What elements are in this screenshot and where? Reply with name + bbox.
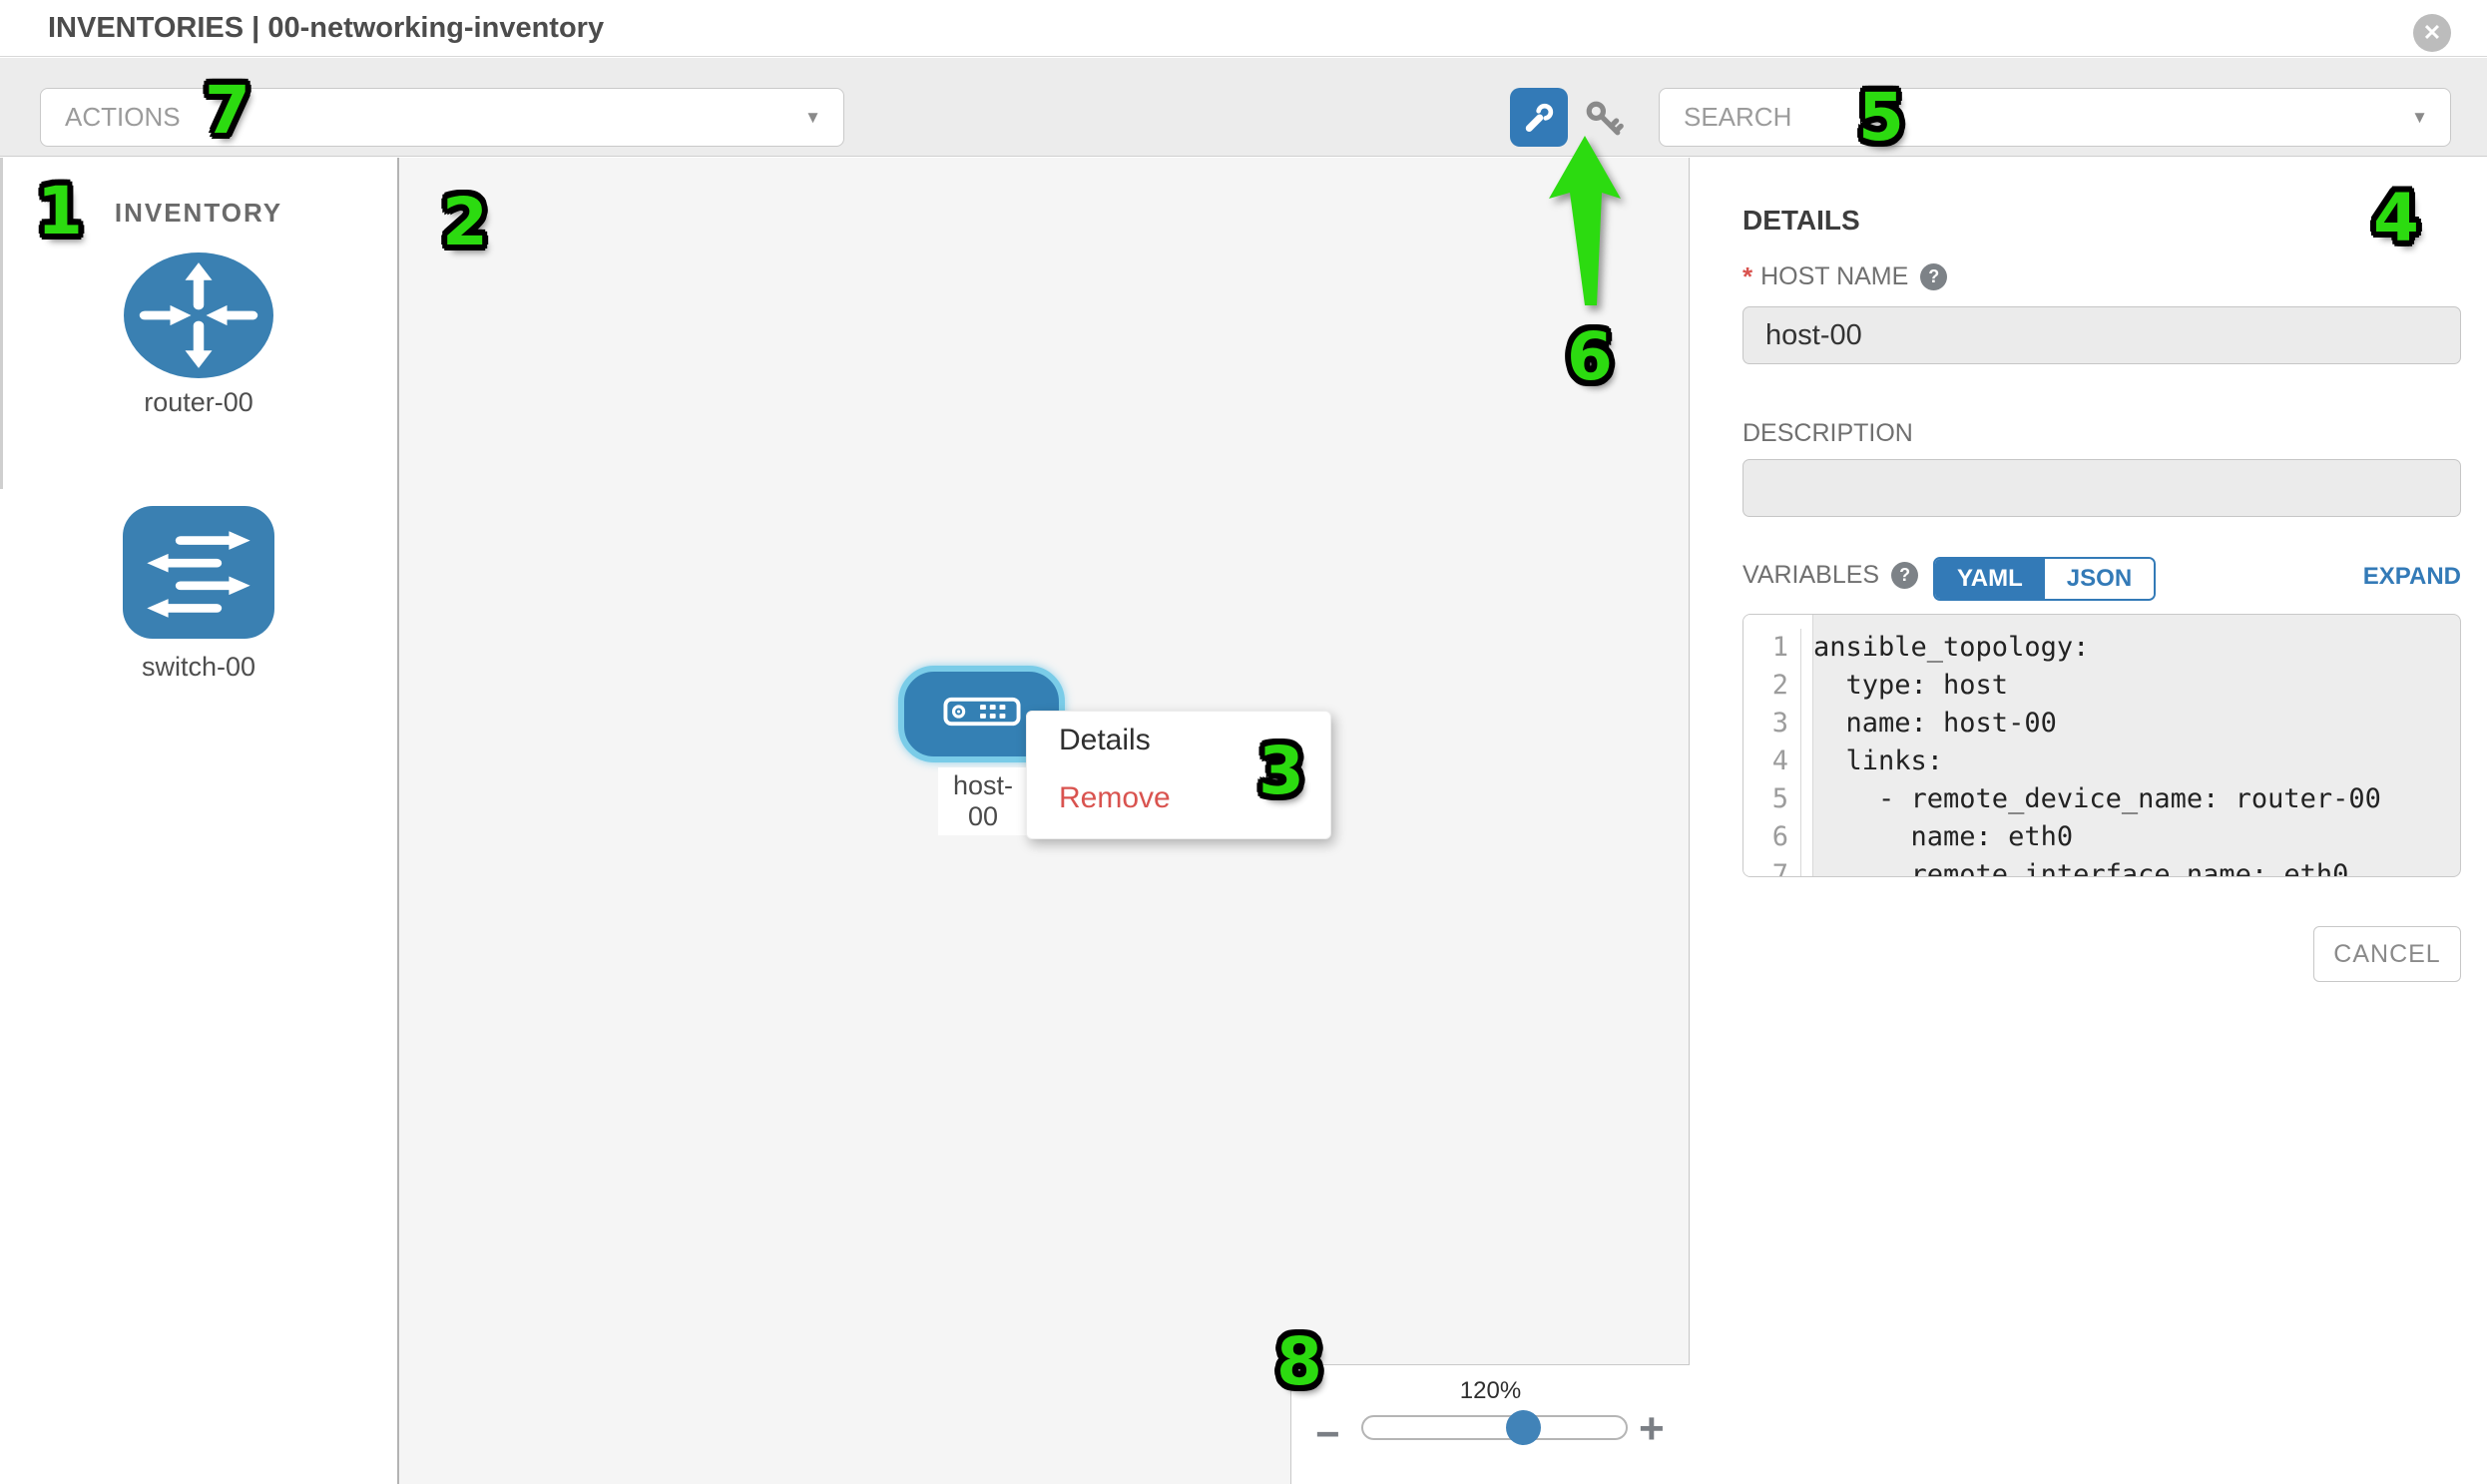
tools-button[interactable] [1510,88,1568,147]
code-line: 1ansible_topology: [1743,629,2460,667]
host-name-label: HOST NAME [1760,262,1908,291]
code-line: 5 - remote_device_name: router-00 [1743,780,2460,818]
search-placeholder: SEARCH [1684,102,1791,133]
sidebar-edge-divider [0,158,3,489]
breadcrumb-divider: | [251,12,259,44]
switch-icon [123,506,274,639]
router-icon [124,252,273,378]
zoom-in-button[interactable]: + [1639,1407,1665,1451]
node-context-menu: Details Remove [1026,711,1331,839]
palette-item-label: switch-00 [0,652,397,683]
node-label: host-00 [938,767,1028,835]
cancel-button[interactable]: CANCEL [2313,926,2461,982]
wrench-icon [1521,100,1557,136]
search-dropdown[interactable]: SEARCH ▼ [1659,88,2451,147]
palette-item-switch[interactable] [123,506,274,639]
host-name-field[interactable] [1742,306,2461,364]
breadcrumb: INVENTORIES | 00-networking-inventory [48,0,604,57]
breadcrumb-inventory-name: 00-networking-inventory [267,12,604,44]
zoom-level-value: 120% [1291,1377,1690,1405]
topology-canvas[interactable]: host-00 Details Remove 120% − + [399,158,1690,1484]
code-line: 7 remote_interface_name: eth0 [1743,856,2460,877]
actions-dropdown[interactable]: ACTIONS ▼ [40,88,844,147]
palette-item-router[interactable] [124,252,273,378]
page-header: INVENTORIES | 00-networking-inventory ✕ [0,0,2487,57]
code-line: 3 name: host-00 [1743,705,2460,742]
code-line: 2 type: host [1743,667,2460,705]
zoom-control: 120% − + [1290,1364,1690,1484]
chevron-down-icon: ▼ [2411,108,2428,128]
chevron-down-icon: ▼ [804,108,821,128]
expand-link[interactable]: EXPAND [2363,563,2461,591]
code-lines: 1ansible_topology:2 type: host3 name: ho… [1743,615,2460,877]
breadcrumb-section: INVENTORIES [48,12,244,44]
help-icon[interactable]: ? [1920,263,1947,290]
variables-format-toggle: YAML JSON [1933,557,2156,601]
host-server-icon [943,696,1021,728]
variables-label: VARIABLES [1742,561,1879,590]
palette-item-label: router-00 [0,387,397,418]
zoom-out-button[interactable]: − [1315,1413,1340,1455]
help-icon[interactable]: ? [1891,562,1918,589]
variables-label-row: VARIABLES ? [1742,561,1918,590]
description-label-row: DESCRIPTION [1742,419,1913,448]
inventory-sidebar: INVENTORY router-00 switch-00 [0,158,399,1484]
toolbar: ACTIONS ▼ SEARCH ▼ [0,58,2487,157]
code-line: 6 name: eth0 [1743,818,2460,856]
sidebar-title: INVENTORY [0,198,397,229]
actions-dropdown-placeholder: ACTIONS [65,102,181,133]
context-menu-item-remove[interactable]: Remove [1027,769,1330,827]
zoom-slider-track[interactable] [1361,1415,1628,1440]
key-icon [1581,96,1627,142]
variables-code-editor[interactable]: 1ansible_topology:2 type: host3 name: ho… [1742,614,2461,877]
description-field[interactable] [1742,459,2461,517]
tab-json[interactable]: JSON [2045,559,2154,599]
close-icon[interactable]: ✕ [2413,14,2451,52]
context-menu-item-details[interactable]: Details [1027,712,1330,769]
description-label: DESCRIPTION [1742,419,1913,448]
required-marker: * [1742,261,1752,292]
zoom-slider-thumb[interactable] [1506,1410,1541,1445]
panel-title: DETAILS [1742,205,1860,237]
code-line: 4 links: [1743,742,2460,780]
credentials-button[interactable] [1579,94,1629,144]
tab-yaml[interactable]: YAML [1935,559,2045,599]
details-panel: DETAILS * HOST NAME ? DESCRIPTION VARIAB… [1691,158,2487,1484]
host-name-label-row: * HOST NAME ? [1742,261,1947,292]
